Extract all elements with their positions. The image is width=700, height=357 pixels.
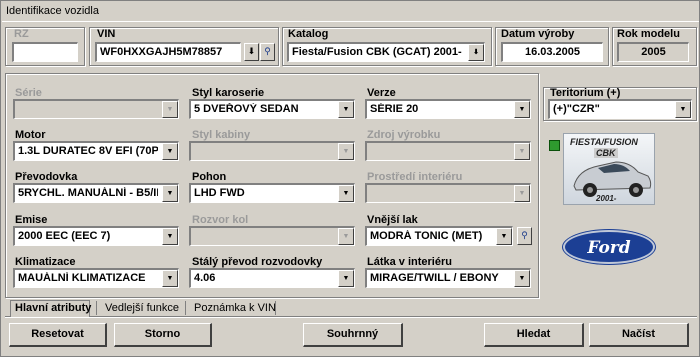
serie-dropdown-icon: ▼ [162, 101, 178, 118]
interior-env-dropdown-icon: ▼ [514, 185, 530, 202]
transmission-value: 5RYCHL. MANUÁLNÍ - B5/IB5 [18, 187, 158, 199]
wheelbase-dropdown-icon: ▼ [338, 228, 354, 245]
tab-divider-2 [185, 301, 186, 315]
engine-dropdown-icon[interactable]: ▼ [162, 143, 178, 160]
product-source-dropdown-icon: ▼ [514, 143, 530, 160]
ac-value: MAUÁLNÍ KLIMATIZACE [18, 272, 146, 284]
tab-divider-3 [275, 301, 276, 315]
drive-dropdown-icon[interactable]: ▼ [338, 185, 354, 202]
territory-value: (+)"CZR" [553, 103, 600, 115]
territory-select[interactable]: (+)"CZR" ▼ [548, 99, 692, 119]
car-image-year: 2001- [596, 194, 617, 203]
trim-dropdown-icon[interactable]: ▼ [514, 270, 530, 287]
axle-ratio-select[interactable]: 4.06 ▼ [189, 268, 355, 288]
version-value: SÉRIE 20 [370, 103, 419, 115]
catalog-label: Katalog [288, 28, 329, 40]
ford-logo: Ford [563, 230, 655, 264]
cab-style-dropdown-icon: ▼ [338, 143, 354, 160]
body-style-dropdown-icon[interactable]: ▼ [338, 101, 354, 118]
search-button[interactable]: Hledat [484, 323, 584, 347]
transmission-dropdown-icon[interactable]: ▼ [162, 185, 178, 202]
car-image: FIESTA/FUSION CBK 2001- [563, 133, 655, 205]
paint-dropdown-icon[interactable]: ▼ [496, 228, 512, 245]
drive-value: LHD FWD [194, 187, 245, 199]
drive-label: Pohon [192, 171, 227, 183]
summary-button[interactable]: Souhrnný [303, 323, 403, 347]
territory-label: Teritorium (+) [550, 87, 621, 99]
paint-select[interactable]: MODRÁ TONIC (MET) ▼ [365, 226, 513, 246]
body-style-select[interactable]: 5 DVEŘOVÝ SEDAN ▼ [189, 99, 355, 119]
axle-ratio-value: 4.06 [194, 272, 216, 284]
serie-select: ▼ [13, 99, 179, 119]
catalog-value: Fiesta/Fusion CBK (GCAT) 2001- [292, 46, 462, 58]
green-pin-icon[interactable] [549, 140, 560, 151]
date-label: Datum výroby [501, 28, 575, 40]
emission-select[interactable]: 2000 EEC (EEC 7) ▼ [13, 226, 179, 246]
product-source-select: ▼ [365, 141, 531, 161]
version-label: Verze [367, 87, 396, 99]
emission-label: Emise [15, 214, 48, 226]
emission-dropdown-icon[interactable]: ▼ [162, 228, 178, 245]
version-select[interactable]: SÉRIE 20 ▼ [365, 99, 531, 119]
model-year-input: 2005 [617, 42, 689, 62]
interior-env-label: Prostředí interiéru [367, 171, 463, 183]
catalog-select[interactable]: Fiesta/Fusion CBK (GCAT) 2001- ⬇ [287, 42, 485, 62]
paint-swatch-icon[interactable]: ⚲ [517, 227, 532, 245]
product-source-label: Zdroj výrobku [367, 129, 441, 141]
wheelbase-label: Rozvor kol [192, 214, 249, 226]
vin-label: VIN [97, 28, 116, 40]
axle-ratio-dropdown-icon[interactable]: ▼ [338, 270, 354, 287]
ac-select[interactable]: MAUÁLNÍ KLIMATIZACE ▼ [13, 268, 179, 288]
car-image-title: FIESTA/FUSION [570, 137, 638, 147]
drive-select[interactable]: LHD FWD ▼ [189, 183, 355, 203]
wheelbase-select: ▼ [189, 226, 355, 246]
axle-ratio-label: Stálý převod rozvodovky [192, 256, 323, 268]
window-title: Identifikace vozidla [6, 5, 99, 17]
emission-value: 2000 EEC (EEC 7) [18, 230, 111, 242]
window-titlebar: Identifikace vozidla [2, 2, 699, 22]
load-button[interactable]: Načíst [589, 323, 689, 347]
catalog-dropdown-icon[interactable]: ⬇ [468, 44, 484, 61]
vin-lookup-icon[interactable]: ⚲ [260, 43, 275, 61]
tab-main-attributes[interactable]: Hlavní atributy [10, 300, 91, 317]
version-dropdown-icon[interactable]: ▼ [514, 101, 530, 118]
tab-secondary-functions[interactable]: Vedlejší funkce [101, 301, 183, 318]
vin-input[interactable]: WF0HXXGAJH5M78857 [95, 42, 241, 62]
car-image-subtitle: CBK [594, 148, 618, 158]
paint-label: Vnější lak [367, 214, 418, 226]
rz-input[interactable] [12, 42, 78, 62]
ac-label: Klimatizace [15, 256, 76, 268]
transmission-label: Převodovka [15, 171, 78, 183]
identification-window: Identifikace vozidla RZ VIN WF0HXXGAJH5M… [0, 0, 700, 357]
trim-value: MIRAGE/TWILL / EBONY [370, 272, 499, 284]
engine-select[interactable]: 1.3L DURATEC 8V EFI (70PS) ▼ [13, 141, 179, 161]
interior-env-select: ▼ [365, 183, 531, 203]
transmission-select[interactable]: 5RYCHL. MANUÁLNÍ - B5/IB5 ▼ [13, 183, 179, 203]
trim-select[interactable]: MIRAGE/TWILL / EBONY ▼ [365, 268, 531, 288]
trim-label: Látka v interiéru [367, 256, 452, 268]
territory-dropdown-icon[interactable]: ▼ [675, 101, 691, 118]
engine-label: Motor [15, 129, 46, 141]
paint-value: MODRÁ TONIC (MET) [370, 230, 483, 242]
engine-value: 1.3L DURATEC 8V EFI (70PS) [18, 145, 158, 157]
cab-style-label: Styl kabiny [192, 129, 251, 141]
serie-label: Série [15, 87, 42, 99]
cab-style-select: ▼ [189, 141, 355, 161]
reset-button[interactable]: Resetovat [9, 323, 107, 347]
tab-divider-1 [96, 301, 97, 315]
tab-vin-note[interactable]: Poznámka k VIN [190, 301, 280, 318]
model-year-label: Rok modelu [617, 28, 680, 40]
cancel-button[interactable]: Storno [114, 323, 212, 347]
date-input[interactable]: 16.03.2005 [501, 42, 603, 62]
body-style-value: 5 DVEŘOVÝ SEDAN [194, 103, 299, 115]
ac-dropdown-icon[interactable]: ▼ [162, 270, 178, 287]
vin-dropdown-icon[interactable]: ⬇ [244, 43, 259, 61]
ford-logo-text: Ford [587, 238, 631, 258]
rz-label: RZ [14, 28, 29, 40]
body-style-label: Styl karoserie [192, 87, 265, 99]
